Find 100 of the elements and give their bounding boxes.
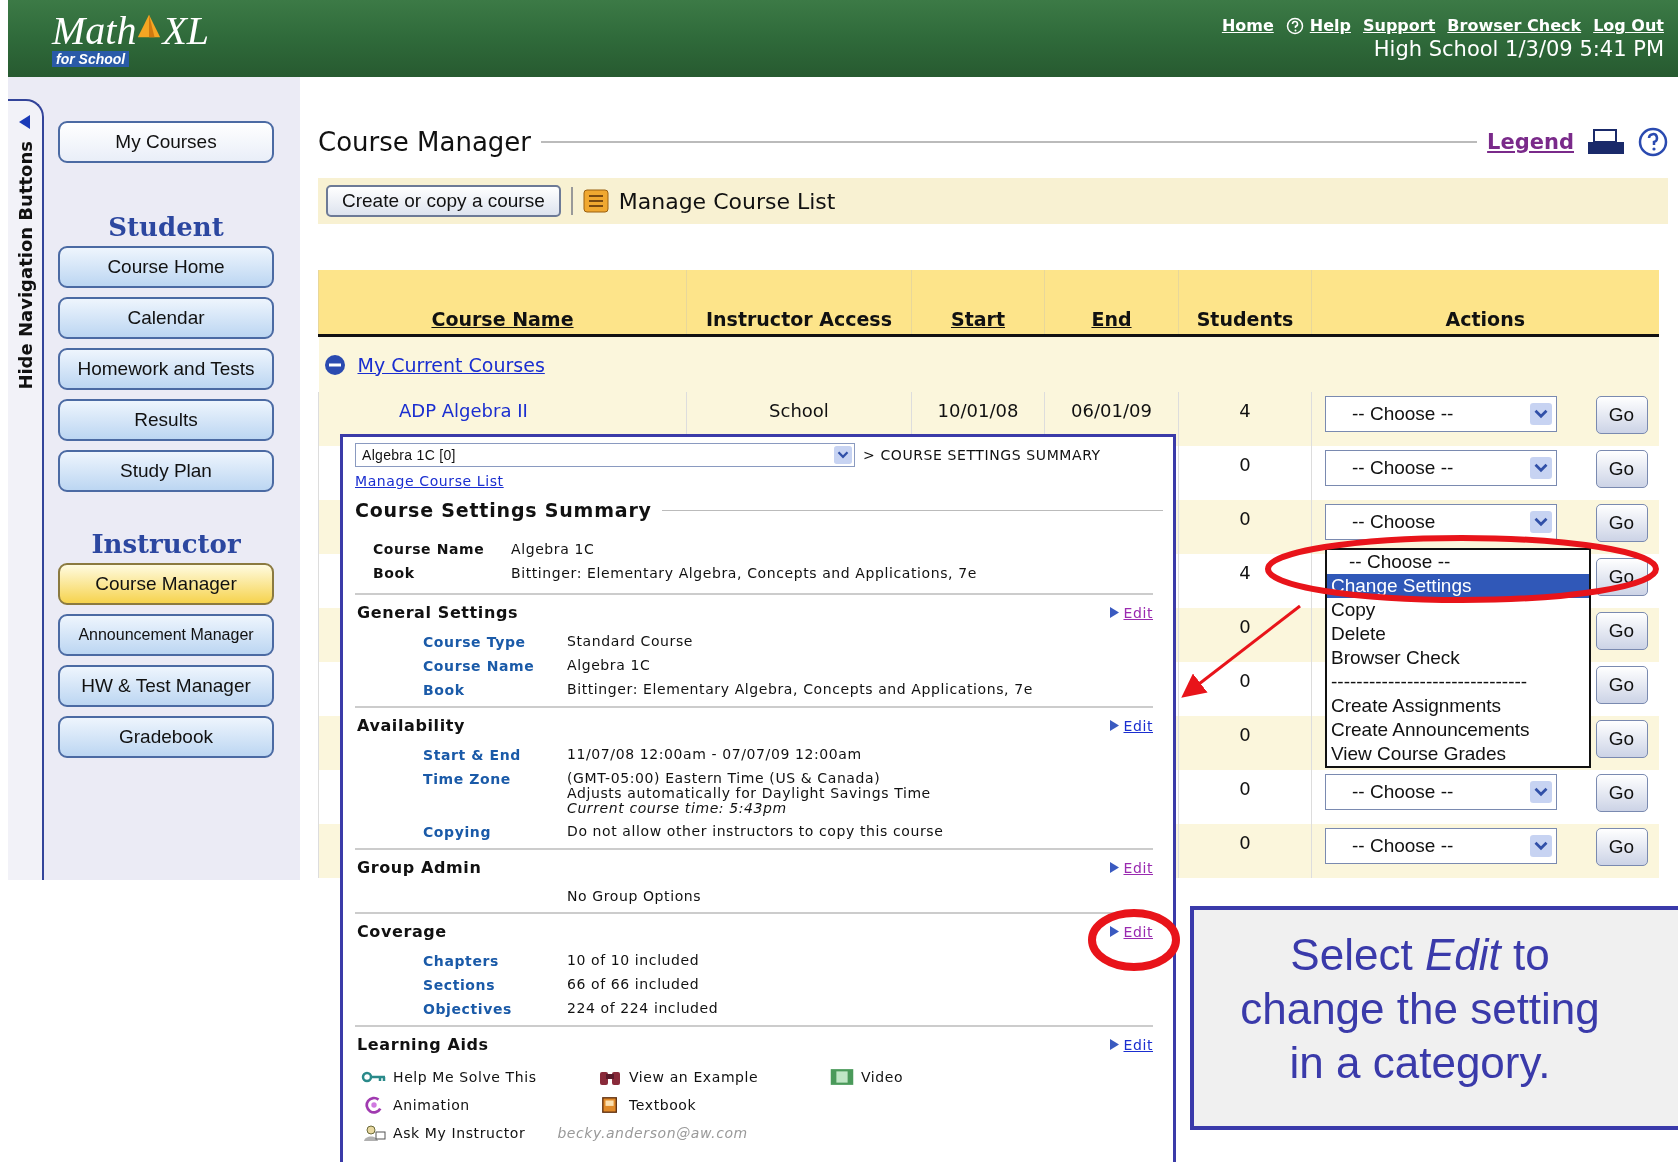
action-dropdown[interactable]: -- Choose -- bbox=[1325, 774, 1557, 810]
chevron-down-icon bbox=[1530, 403, 1552, 425]
edit-link[interactable]: Edit bbox=[1110, 717, 1153, 734]
header-link[interactable]: Help bbox=[1285, 16, 1351, 35]
table-cell: School bbox=[769, 400, 829, 421]
edit-link[interactable]: Edit bbox=[1110, 1036, 1153, 1053]
section-heading: Availability bbox=[356, 716, 465, 735]
sidebar-nav-button[interactable]: Gradebook bbox=[58, 716, 274, 758]
sidebar-nav-button[interactable]: My Courses bbox=[58, 121, 274, 163]
sidebar-nav-button[interactable]: Course Home bbox=[58, 246, 274, 288]
dropdown-option[interactable]: View Course Grades bbox=[1327, 742, 1589, 766]
triangle-right-icon bbox=[1110, 1039, 1120, 1050]
instructor-email: becky.anderson@aw.com bbox=[557, 1125, 748, 1141]
setting-label: Course Type bbox=[423, 634, 526, 650]
dropdown-option[interactable]: Copy bbox=[1327, 598, 1589, 622]
sidebar-nav-button[interactable]: Announcement Manager bbox=[58, 614, 274, 656]
go-button[interactable]: Go bbox=[1595, 450, 1648, 488]
table-cell: 0 bbox=[1239, 670, 1251, 691]
table-cell: 10/01/08 bbox=[937, 400, 1019, 421]
edit-link[interactable]: Edit bbox=[1110, 604, 1153, 621]
setting-value: Standard Course bbox=[567, 634, 695, 649]
edit-link[interactable]: Edit bbox=[1110, 923, 1153, 940]
course-name-link[interactable]: ADP Algebra II bbox=[399, 400, 528, 421]
learning-aid-label: View an Example bbox=[629, 1069, 759, 1085]
breadcrumb: > COURSE SETTINGS SUMMARY bbox=[863, 447, 1101, 463]
column-header[interactable]: Start bbox=[911, 270, 1045, 336]
person-icon bbox=[361, 1124, 387, 1142]
header-link[interactable]: Support bbox=[1362, 16, 1436, 35]
setting-label: Time Zone bbox=[423, 771, 511, 787]
hide-navigation-tab[interactable]: Hide Navigation Buttons bbox=[8, 99, 44, 880]
column-header[interactable]: End bbox=[1044, 270, 1179, 336]
setting-value: Algebra 1C bbox=[567, 658, 652, 673]
course-select[interactable]: Algebra 1C [0] bbox=[355, 443, 855, 467]
go-button[interactable]: Go bbox=[1595, 612, 1648, 650]
setting-value: Bittinger: Elementary Algebra, Concepts and Applications, 7e bbox=[567, 682, 1034, 697]
dropdown-option[interactable]: Create Assignments bbox=[1327, 694, 1589, 718]
create-course-button[interactable]: Create or copy a course bbox=[326, 185, 561, 217]
minus-circle-icon[interactable] bbox=[323, 353, 346, 376]
panel-title: Course Settings Summary bbox=[355, 499, 652, 521]
setting-value: 224 of 224 included bbox=[567, 1001, 720, 1016]
setting-value: Adjusts automatically for Daylight Savings Time bbox=[567, 786, 932, 801]
table-cell: 0 bbox=[1239, 454, 1251, 475]
instruction-callout: Select Edit to change the setting in a category. bbox=[1190, 906, 1678, 1130]
go-button[interactable]: Go bbox=[1595, 720, 1648, 758]
action-dropdown[interactable]: -- Choose bbox=[1325, 504, 1557, 540]
action-dropdown[interactable]: -- Choose -- bbox=[1325, 828, 1557, 864]
edit-link[interactable]: Edit bbox=[1110, 859, 1153, 876]
setting-label: Copying bbox=[423, 824, 492, 840]
column-header: Students bbox=[1178, 270, 1312, 336]
header-link[interactable]: Browser Check bbox=[1447, 16, 1582, 35]
section-heading: General Settings bbox=[356, 603, 519, 622]
header-link[interactable]: Log Out bbox=[1593, 16, 1664, 35]
setting-value: 10 of 10 included bbox=[567, 953, 701, 968]
film-icon bbox=[829, 1068, 855, 1086]
table-cell: 0 bbox=[1239, 508, 1251, 529]
go-button[interactable]: Go bbox=[1595, 396, 1648, 434]
summary-value: Algebra 1C bbox=[511, 541, 596, 557]
table-cell: 4 bbox=[1239, 562, 1251, 583]
go-button[interactable]: Go bbox=[1595, 828, 1648, 866]
learning-aid-label: Textbook bbox=[629, 1097, 697, 1113]
setting-label: Course Name bbox=[423, 658, 535, 674]
group-link[interactable]: My Current Courses bbox=[357, 353, 545, 376]
setting-label: Start & End bbox=[423, 747, 521, 763]
sidebar-nav-button[interactable]: Results bbox=[58, 399, 274, 441]
sidebar-nav-button[interactable]: Course Manager bbox=[58, 563, 274, 605]
list-icon bbox=[582, 189, 609, 213]
setting-label: Book bbox=[423, 682, 465, 698]
manage-course-list-link[interactable]: Manage Course List bbox=[618, 188, 836, 214]
dropdown-option[interactable]: Browser Check bbox=[1327, 646, 1589, 670]
sidebar-nav-button[interactable]: Calendar bbox=[58, 297, 274, 339]
dropdown-option[interactable]: -- Choose -- bbox=[1327, 550, 1589, 574]
dropdown-option[interactable]: Create Announcements bbox=[1327, 718, 1589, 742]
column-header: Instructor Access bbox=[686, 270, 912, 336]
sidebar-nav-button[interactable]: Study Plan bbox=[58, 450, 274, 492]
sidebar-nav-button[interactable]: Homework and Tests bbox=[58, 348, 274, 390]
setting-value: Do not allow other instructors to copy this course bbox=[567, 824, 945, 839]
triangle-right-icon bbox=[1110, 720, 1120, 731]
summary-label: Course Name bbox=[373, 541, 486, 557]
action-dropdown[interactable]: -- Choose -- bbox=[1325, 396, 1557, 432]
go-button[interactable]: Go bbox=[1595, 666, 1648, 704]
go-button[interactable]: Go bbox=[1595, 504, 1648, 542]
go-button[interactable]: Go bbox=[1595, 774, 1648, 812]
learning-aid-label: Video bbox=[861, 1069, 904, 1085]
setting-value: (GMT-05:00) Eastern Time (US & Canada) bbox=[567, 771, 882, 786]
logo-wordmark: Math bbox=[52, 10, 137, 51]
legend-link[interactable]: Legend bbox=[1487, 130, 1574, 154]
sidebar-nav-button[interactable]: HW & Test Manager bbox=[58, 665, 274, 707]
dropdown-option[interactable]: Delete bbox=[1327, 622, 1589, 646]
action-dropdown[interactable]: -- Choose -- bbox=[1325, 450, 1557, 486]
setting-label: Chapters bbox=[423, 953, 499, 969]
setting-note: Current course time: 5:43pm bbox=[567, 801, 787, 816]
header-link[interactable]: Home bbox=[1221, 16, 1274, 35]
column-header[interactable]: Course Name bbox=[318, 270, 687, 336]
page-title: Course Manager bbox=[318, 127, 531, 157]
chevron-down-icon bbox=[834, 446, 852, 464]
manage-course-list-link[interactable]: Manage Course List bbox=[355, 473, 504, 489]
help-icon[interactable] bbox=[1638, 127, 1668, 157]
separator-option: ------------------------------- bbox=[1327, 670, 1589, 694]
setting-value: 66 of 66 included bbox=[567, 977, 701, 992]
chevron-down-icon bbox=[1530, 781, 1552, 803]
